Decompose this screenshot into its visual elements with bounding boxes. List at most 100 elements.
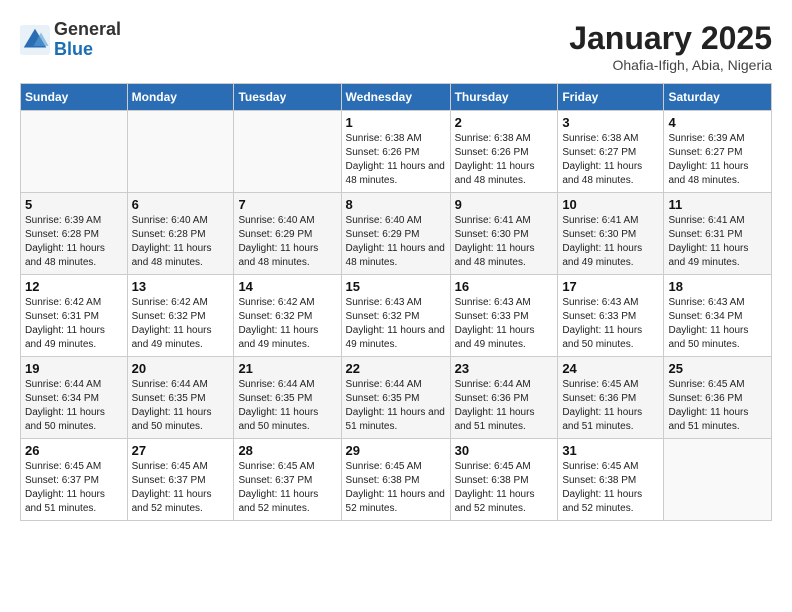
day-number: 5: [25, 197, 123, 212]
day-number: 27: [132, 443, 230, 458]
calendar-cell: 2 Sunrise: 6:38 AM Sunset: 6:26 PM Daylig…: [450, 111, 558, 193]
calendar-cell: 27 Sunrise: 6:45 AM Sunset: 6:37 PM Dayli…: [127, 439, 234, 521]
day-number: 10: [562, 197, 659, 212]
day-number: 7: [238, 197, 336, 212]
day-info: Sunrise: 6:43 AM Sunset: 6:32 PM Dayligh…: [346, 296, 446, 352]
calendar-cell: 12 Sunrise: 6:42 AM Sunset: 6:31 PM Dayli…: [21, 275, 128, 357]
day-number: 23: [455, 361, 554, 376]
calendar-cell: 6Sunrise: 6:40 AM Sunset: 6:28 PM Daylig…: [127, 193, 234, 275]
day-info: Sunrise: 6:45 AM Sunset: 6:36 PM Dayligh…: [562, 378, 659, 434]
calendar-cell: 11 Sunrise: 6:41 AM Sunset: 6:31 PM Dayli…: [664, 193, 772, 275]
day-info: Sunrise: 6:42 AM Sunset: 6:31 PM Dayligh…: [25, 296, 123, 352]
calendar-cell: 8 Sunrise: 6:40 AM Sunset: 6:29 PM Daylig…: [341, 193, 450, 275]
calendar-cell: 22 Sunrise: 6:44 AM Sunset: 6:35 PM Dayli…: [341, 357, 450, 439]
day-info: Sunrise: 6:44 AM Sunset: 6:35 PM Dayligh…: [132, 378, 230, 434]
day-info: Sunrise: 6:45 AM Sunset: 6:38 PM Dayligh…: [455, 460, 554, 516]
day-info: Sunrise: 6:43 AM Sunset: 6:33 PM Dayligh…: [455, 296, 554, 352]
day-info: Sunrise: 6:39 AM Sunset: 6:27 PM Dayligh…: [668, 132, 767, 188]
title-section: January 2025 Ohafia-Ifigh, Abia, Nigeria: [569, 20, 772, 73]
weekday-header-wednesday: Wednesday: [341, 84, 450, 111]
day-number: 9: [455, 197, 554, 212]
day-number: 2: [455, 115, 554, 130]
calendar-cell: 3 Sunrise: 6:38 AM Sunset: 6:27 PM Daylig…: [558, 111, 664, 193]
day-number: 1: [346, 115, 446, 130]
calendar-cell: 19 Sunrise: 6:44 AM Sunset: 6:34 PM Dayli…: [21, 357, 128, 439]
day-info: Sunrise: 6:43 AM Sunset: 6:34 PM Dayligh…: [668, 296, 767, 352]
calendar-cell: [664, 439, 772, 521]
day-number: 20: [132, 361, 230, 376]
calendar-table: SundayMondayTuesdayWednesdayThursdayFrid…: [20, 83, 772, 521]
weekday-header-tuesday: Tuesday: [234, 84, 341, 111]
calendar-cell: 14 Sunrise: 6:42 AM Sunset: 6:32 PM Dayli…: [234, 275, 341, 357]
logo-general-text: General: [54, 19, 121, 39]
day-number: 3: [562, 115, 659, 130]
day-info: Sunrise: 6:45 AM Sunset: 6:37 PM Dayligh…: [25, 460, 123, 516]
calendar-cell: 5 Sunrise: 6:39 AM Sunset: 6:28 PM Daylig…: [21, 193, 128, 275]
calendar-cell: 25Sunrise: 6:45 AM Sunset: 6:36 PM Dayli…: [664, 357, 772, 439]
day-number: 15: [346, 279, 446, 294]
day-info: Sunrise: 6:42 AM Sunset: 6:32 PM Dayligh…: [238, 296, 336, 352]
day-number: 19: [25, 361, 123, 376]
location-subtitle: Ohafia-Ifigh, Abia, Nigeria: [569, 57, 772, 73]
day-number: 11: [668, 197, 767, 212]
day-number: 12: [25, 279, 123, 294]
day-number: 24: [562, 361, 659, 376]
calendar-cell: 9 Sunrise: 6:41 AM Sunset: 6:30 PM Daylig…: [450, 193, 558, 275]
day-info: Sunrise: 6:45 AM Sunset: 6:37 PM Dayligh…: [132, 460, 230, 516]
day-number: 25: [668, 361, 767, 376]
calendar-cell: 16Sunrise: 6:43 AM Sunset: 6:33 PM Dayli…: [450, 275, 558, 357]
day-number: 22: [346, 361, 446, 376]
calendar-cell: 31Sunrise: 6:45 AM Sunset: 6:38 PM Dayli…: [558, 439, 664, 521]
day-number: 4: [668, 115, 767, 130]
day-number: 26: [25, 443, 123, 458]
day-number: 21: [238, 361, 336, 376]
calendar-week-row: 1 Sunrise: 6:38 AM Sunset: 6:26 PM Daylig…: [21, 111, 772, 193]
day-info: Sunrise: 6:41 AM Sunset: 6:30 PM Dayligh…: [562, 214, 659, 270]
calendar-cell: 28 Sunrise: 6:45 AM Sunset: 6:37 PM Dayli…: [234, 439, 341, 521]
page-header: General Blue January 2025 Ohafia-Ifigh, …: [20, 20, 772, 73]
day-info: Sunrise: 6:45 AM Sunset: 6:38 PM Dayligh…: [346, 460, 446, 516]
day-info: Sunrise: 6:40 AM Sunset: 6:29 PM Dayligh…: [238, 214, 336, 270]
calendar-cell: 24 Sunrise: 6:45 AM Sunset: 6:36 PM Dayli…: [558, 357, 664, 439]
calendar-week-row: 26 Sunrise: 6:45 AM Sunset: 6:37 PM Dayli…: [21, 439, 772, 521]
calendar-cell: 4 Sunrise: 6:39 AM Sunset: 6:27 PM Daylig…: [664, 111, 772, 193]
calendar-cell: 15 Sunrise: 6:43 AM Sunset: 6:32 PM Dayli…: [341, 275, 450, 357]
day-info: Sunrise: 6:43 AM Sunset: 6:33 PM Dayligh…: [562, 296, 659, 352]
day-number: 30: [455, 443, 554, 458]
calendar-cell: 26 Sunrise: 6:45 AM Sunset: 6:37 PM Dayli…: [21, 439, 128, 521]
day-info: Sunrise: 6:44 AM Sunset: 6:34 PM Dayligh…: [25, 378, 123, 434]
weekday-header-friday: Friday: [558, 84, 664, 111]
day-info: Sunrise: 6:39 AM Sunset: 6:28 PM Dayligh…: [25, 214, 123, 270]
day-info: Sunrise: 6:38 AM Sunset: 6:26 PM Dayligh…: [346, 132, 446, 188]
calendar-cell: 30 Sunrise: 6:45 AM Sunset: 6:38 PM Dayli…: [450, 439, 558, 521]
day-number: 28: [238, 443, 336, 458]
calendar-cell: 13Sunrise: 6:42 AM Sunset: 6:32 PM Dayli…: [127, 275, 234, 357]
weekday-header-row: SundayMondayTuesdayWednesdayThursdayFrid…: [21, 84, 772, 111]
calendar-cell: 7 Sunrise: 6:40 AM Sunset: 6:29 PM Daylig…: [234, 193, 341, 275]
calendar-cell: 23Sunrise: 6:44 AM Sunset: 6:36 PM Dayli…: [450, 357, 558, 439]
day-info: Sunrise: 6:38 AM Sunset: 6:27 PM Dayligh…: [562, 132, 659, 188]
day-info: Sunrise: 6:38 AM Sunset: 6:26 PM Dayligh…: [455, 132, 554, 188]
day-number: 14: [238, 279, 336, 294]
day-number: 8: [346, 197, 446, 212]
day-info: Sunrise: 6:41 AM Sunset: 6:31 PM Dayligh…: [668, 214, 767, 270]
day-info: Sunrise: 6:42 AM Sunset: 6:32 PM Dayligh…: [132, 296, 230, 352]
calendar-cell: 21Sunrise: 6:44 AM Sunset: 6:35 PM Dayli…: [234, 357, 341, 439]
calendar-cell: 29Sunrise: 6:45 AM Sunset: 6:38 PM Dayli…: [341, 439, 450, 521]
calendar-week-row: 5 Sunrise: 6:39 AM Sunset: 6:28 PM Daylig…: [21, 193, 772, 275]
weekday-header-saturday: Saturday: [664, 84, 772, 111]
calendar-cell: 20 Sunrise: 6:44 AM Sunset: 6:35 PM Dayli…: [127, 357, 234, 439]
day-info: Sunrise: 6:45 AM Sunset: 6:37 PM Dayligh…: [238, 460, 336, 516]
day-info: Sunrise: 6:40 AM Sunset: 6:29 PM Dayligh…: [346, 214, 446, 270]
day-info: Sunrise: 6:44 AM Sunset: 6:35 PM Dayligh…: [346, 378, 446, 434]
day-number: 18: [668, 279, 767, 294]
weekday-header-sunday: Sunday: [21, 84, 128, 111]
weekday-header-monday: Monday: [127, 84, 234, 111]
day-number: 6: [132, 197, 230, 212]
month-title: January 2025: [569, 20, 772, 57]
day-info: Sunrise: 6:41 AM Sunset: 6:30 PM Dayligh…: [455, 214, 554, 270]
calendar-cell: 1 Sunrise: 6:38 AM Sunset: 6:26 PM Daylig…: [341, 111, 450, 193]
calendar-cell: [234, 111, 341, 193]
logo-blue-text: Blue: [54, 39, 93, 59]
day-number: 17: [562, 279, 659, 294]
